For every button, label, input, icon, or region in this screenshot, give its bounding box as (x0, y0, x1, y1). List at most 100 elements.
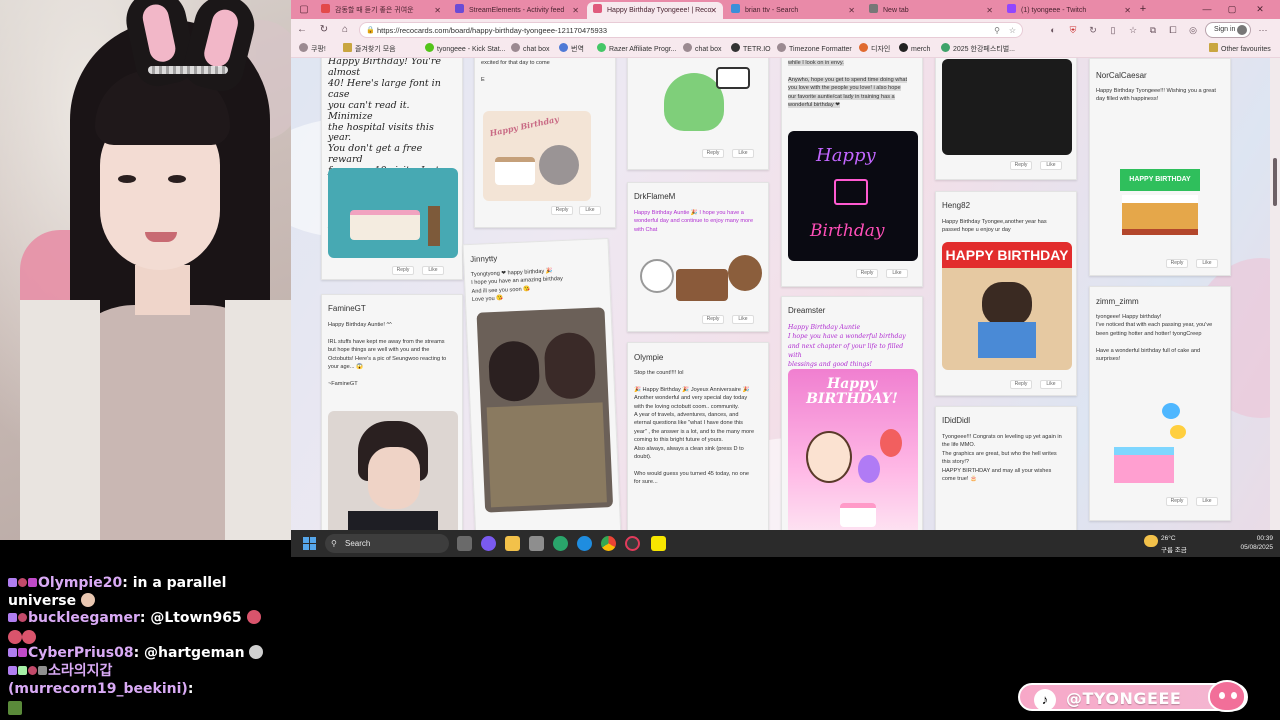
extensions-icon[interactable]: ⧠ (1166, 23, 1180, 37)
reply-button[interactable]: Reply (702, 149, 724, 158)
chrome-icon[interactable] (601, 536, 616, 551)
refresh-button[interactable]: ↻ (317, 23, 331, 37)
app-icon[interactable] (529, 536, 544, 551)
card-heng82[interactable]: Heng82 Happy Birthday Tyongee,another ye… (935, 191, 1077, 396)
bookmark-item[interactable]: 2025 한강페스티벌... (941, 41, 1015, 58)
zoom-icon[interactable]: ⚲ (994, 23, 1000, 38)
weather-description[interactable]: 구름 조금 (1161, 544, 1187, 554)
weather-icon[interactable] (1144, 535, 1158, 547)
chat-username[interactable]: Olympie20 (38, 575, 122, 591)
minimize-button[interactable]: — (1196, 2, 1218, 17)
card-frog-cake[interactable]: Reply Like (627, 58, 769, 170)
bookmark-item[interactable]: chat box (683, 41, 721, 58)
extension-icon[interactable]: ↻ (1086, 23, 1100, 37)
card-olympie[interactable]: Olympie Stop the count!!!! lol 🎉 Happy B… (627, 342, 769, 530)
chat-username[interactable]: CyberPrius08 (28, 645, 134, 661)
bookmark-item[interactable]: 즐겨찾기 모음 (343, 41, 396, 58)
card-drkflamem[interactable]: DrkFlameM Happy Birthday Auntie 🎉 I hope… (627, 182, 769, 332)
bookmark-item[interactable]: 번역 (559, 41, 584, 58)
card-happy-birthday-neon[interactable]: while I look on in envy. Anywho, hope yo… (781, 58, 923, 287)
collections-icon[interactable]: ⧉ (1146, 23, 1160, 37)
reply-button[interactable]: Reply (856, 269, 878, 278)
card-norcalcaesar[interactable]: NorCalCaesar Happy Birthday Tyongeee!!! … (1089, 58, 1231, 276)
maximize-button[interactable]: ▢ (1221, 2, 1243, 17)
bookmark-item[interactable]: Razer Affiliate Progr... (597, 41, 677, 58)
taskbar-search[interactable]: ⚲ Search (325, 534, 449, 553)
close-icon[interactable]: ✕ (434, 2, 441, 19)
reply-button[interactable]: Reply (702, 315, 724, 324)
back-button[interactable]: ← (295, 23, 309, 37)
more-menu-icon[interactable]: ⋯ (1256, 23, 1270, 37)
like-button[interactable]: Like (579, 206, 601, 215)
reply-button[interactable]: Reply (392, 266, 414, 275)
like-button[interactable]: Like (1196, 259, 1218, 268)
clock-time[interactable]: 00:39 (1221, 535, 1273, 542)
obs-icon[interactable] (625, 536, 640, 551)
chat-username[interactable]: buckleegamer (28, 610, 140, 626)
bookmark-item[interactable]: tyongeee - Kick Stat... (425, 41, 505, 58)
favorite-star-icon[interactable]: ☆ (1009, 23, 1016, 38)
bookmark-item[interactable]: Timezone Formatter (777, 41, 852, 58)
close-icon[interactable]: ✕ (710, 2, 717, 19)
like-button[interactable]: Like (422, 266, 444, 275)
chat-app-icon[interactable] (481, 536, 496, 551)
close-icon[interactable]: ✕ (848, 2, 855, 19)
close-window-button[interactable]: ✕ (1249, 2, 1271, 17)
reply-button[interactable]: Reply (1010, 161, 1032, 170)
reply-button[interactable]: Reply (1010, 380, 1032, 389)
edge-icon[interactable] (577, 536, 592, 551)
task-view-icon[interactable] (457, 536, 472, 551)
close-icon[interactable]: ✕ (986, 2, 993, 19)
clock-date[interactable]: 05/08/2025 (1221, 544, 1273, 551)
page-scrollbar[interactable] (1270, 58, 1280, 530)
bookmark-item[interactable]: 디자인 (859, 41, 890, 58)
reply-button[interactable]: Reply (1166, 497, 1188, 506)
bookmark-item[interactable]: chat box (511, 41, 549, 58)
address-bar[interactable]: 🔒 https://recocards.com/board/happy-birt… (359, 22, 1023, 38)
like-button[interactable]: Like (732, 315, 754, 324)
like-label: Like (1046, 381, 1056, 387)
card-dreamster[interactable]: Dreamster Happy Birthday Auntie I hope y… (781, 296, 923, 530)
like-button[interactable]: Like (1040, 161, 1062, 170)
browser-tab-streamelements[interactable]: StreamElements - Activity feed ✕ (449, 2, 585, 19)
like-button[interactable]: Like (886, 269, 908, 278)
browser-tab-youtube[interactable]: 감동할 때 듣기 좋은 귀여운 ✕ (315, 2, 447, 19)
card-zimm-zimm[interactable]: zimm_zimm tyongeee! Happy birthday! I've… (1089, 286, 1231, 521)
card-dark-photo[interactable]: Reply Like (935, 58, 1077, 180)
profile-icon[interactable]: ◎ (1186, 23, 1200, 37)
like-button[interactable]: Like (1040, 380, 1062, 389)
like-button[interactable]: Like (1196, 497, 1218, 506)
like-button[interactable]: Like (732, 149, 754, 158)
browser-tab-search[interactable]: brian ttv - Search ✕ (725, 2, 861, 19)
browser-tab-twitch[interactable]: (1) tyongeee - Twitch ✕ (1001, 2, 1137, 19)
card-jinnytty[interactable]: Jinnytty Tyongtyong ❤ happy birthday 🎉 I… (462, 237, 622, 530)
file-explorer-icon[interactable] (505, 536, 520, 551)
scrollbar-thumb[interactable] (1273, 158, 1277, 206)
start-button[interactable] (303, 537, 316, 550)
home-button[interactable]: ⌂ (338, 23, 352, 37)
sidebar-icon[interactable]: ▯ (1106, 23, 1120, 37)
card-ididdidl[interactable]: IDidDidl Tyongeee!!! Congrats on levelin… (935, 406, 1077, 530)
app-icon[interactable] (553, 536, 568, 551)
kakaotalk-icon[interactable] (651, 536, 666, 551)
browser-tab-newtab[interactable]: New tab ✕ (863, 2, 999, 19)
bookmark-item[interactable]: merch (899, 41, 930, 58)
bookmark-item[interactable]: TETR.IO (731, 41, 771, 58)
close-icon[interactable]: ✕ (1124, 2, 1131, 19)
weather-temperature[interactable]: 26°C (1161, 535, 1176, 542)
browser-tab-recocards[interactable]: Happy Birthday Tyongeee! | Reco ✕ (587, 2, 723, 19)
card-faminegt[interactable]: FamineGT Happy Birthday Auntie! ^^ IRL s… (321, 294, 463, 530)
sign-in-button[interactable]: Sign in (1205, 22, 1251, 38)
favorites-icon[interactable]: ☆ (1126, 23, 1140, 37)
card-birthday-large-font[interactable]: Happy Birthday! You're almost 40! Here's… (321, 58, 463, 280)
reply-button[interactable]: Reply (551, 206, 573, 215)
close-icon[interactable]: ✕ (572, 2, 579, 19)
card-happy-birthday-cat[interactable]: excited for that day to come E Happy Bir… (474, 58, 616, 228)
extension-icon[interactable]: ◐ (1046, 23, 1060, 37)
window-menu-icon[interactable]: ▢ (297, 3, 311, 16)
adblock-icon[interactable]: ⛨ (1066, 23, 1080, 37)
other-favourites[interactable]: Other favourites (1209, 41, 1271, 58)
bookmark-item[interactable]: 쿠팡! (299, 41, 326, 58)
reply-button[interactable]: Reply (1166, 259, 1188, 268)
new-tab-button[interactable]: + (1136, 2, 1150, 17)
